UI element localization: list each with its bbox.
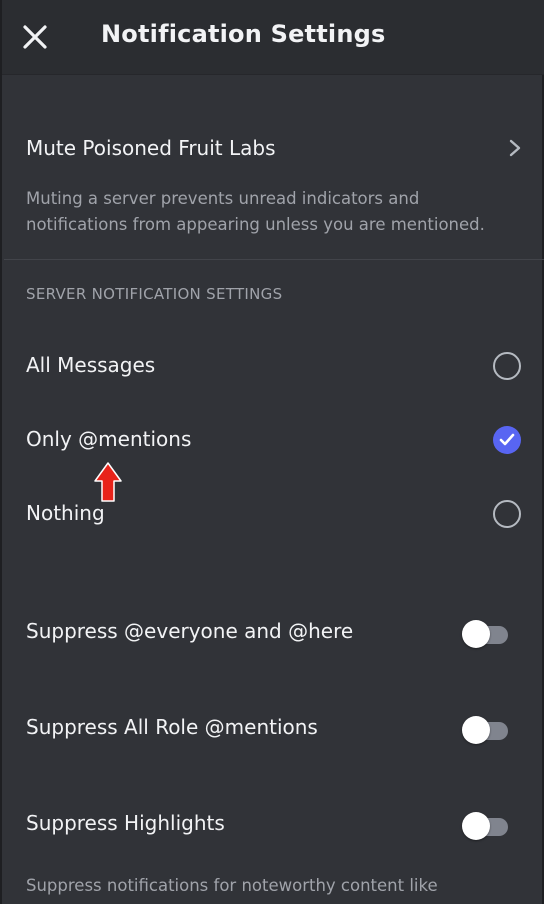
- radio-button[interactable]: [493, 352, 521, 380]
- toggle-row-suppress-highlights[interactable]: Suppress Highlights: [2, 795, 544, 855]
- notification-settings-screen: Notification Settings Mute Poisoned Frui…: [0, 0, 544, 904]
- mute-server-row[interactable]: Mute Poisoned Fruit Labs: [2, 120, 544, 178]
- header-bar: Notification Settings: [2, 0, 544, 75]
- option-nothing[interactable]: Nothing: [2, 487, 544, 543]
- radio-button[interactable]: [493, 500, 521, 528]
- mute-server-label: Mute Poisoned Fruit Labs: [26, 136, 276, 160]
- option-label: Nothing: [26, 501, 105, 525]
- option-label: Only @mentions: [26, 427, 192, 451]
- suppress-highlights-toggle[interactable]: [462, 812, 508, 840]
- chevron-right-icon: [509, 139, 521, 157]
- suppress-everyone-toggle[interactable]: [462, 620, 508, 648]
- toggle-label: Suppress @everyone and @here: [26, 619, 354, 643]
- toggle-knob: [462, 620, 490, 648]
- option-all-messages[interactable]: All Messages: [2, 339, 544, 395]
- toggle-row-suppress-everyone[interactable]: Suppress @everyone and @here: [2, 603, 544, 663]
- server-notification-section-title: SERVER NOTIFICATION SETTINGS: [26, 285, 283, 303]
- radio-button-selected[interactable]: [493, 426, 521, 454]
- mute-description: Muting a server prevents unread indicato…: [26, 189, 485, 234]
- checkmark-icon: [499, 433, 515, 446]
- suppress-role-mentions-toggle[interactable]: [462, 716, 508, 744]
- option-only-mentions[interactable]: Only @mentions: [2, 413, 544, 469]
- section-divider: [4, 259, 544, 260]
- toggle-row-suppress-role-mentions[interactable]: Suppress All Role @mentions: [2, 699, 544, 759]
- close-icon: [23, 25, 47, 49]
- toggle-knob: [462, 812, 490, 840]
- toggle-label: Suppress All Role @mentions: [26, 715, 318, 739]
- page-title: Notification Settings: [101, 20, 386, 48]
- option-label: All Messages: [26, 353, 156, 377]
- toggle-label: Suppress Highlights: [26, 811, 225, 835]
- toggle-knob: [462, 716, 490, 744]
- close-button[interactable]: [22, 24, 48, 50]
- highlights-description: Suppress notifications for noteworthy co…: [26, 876, 438, 895]
